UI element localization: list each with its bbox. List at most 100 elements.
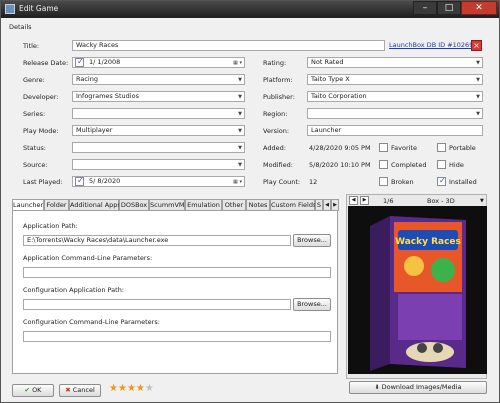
config-path-field[interactable] <box>23 299 291 310</box>
portable-label: Portable <box>449 144 476 152</box>
title-label: Title: <box>23 42 40 50</box>
rating-label: Rating: <box>263 59 287 67</box>
chevron-down-icon[interactable]: ▼ <box>238 76 242 84</box>
modified-label: Modified: <box>263 161 293 169</box>
ok-button[interactable]: ✔ OK <box>12 384 54 397</box>
series-field[interactable]: ▼ <box>72 108 245 119</box>
star-rating[interactable]: ★★★★★ <box>109 383 154 394</box>
installed-checkbox[interactable] <box>437 176 446 186</box>
chevron-down-icon[interactable]: ▼ <box>238 161 242 169</box>
config-params-label: Configuration Command-Line Parameters: <box>23 318 160 326</box>
developer-field[interactable]: Infogrames Studios ▼ <box>72 91 245 102</box>
release-date-checkbox[interactable] <box>75 57 84 67</box>
image-type-dropdown-icon[interactable]: ▼ <box>480 198 484 204</box>
chevron-down-icon[interactable]: ▼ <box>238 144 242 152</box>
platform-label: Platform: <box>263 76 293 84</box>
cancel-button[interactable]: ✖ Cancel <box>59 384 101 397</box>
developer-label: Developer: <box>23 93 59 101</box>
last-played-value: 5/ 8/2020 <box>89 177 121 185</box>
series-label: Series: <box>23 110 46 118</box>
chevron-down-icon[interactable]: ▼ <box>238 110 242 118</box>
launchbox-db-link[interactable]: LaunchBox DB ID #102695 <box>389 41 477 49</box>
star-empty-icon[interactable]: ★ <box>145 383 154 394</box>
chevron-down-icon[interactable]: ▼ <box>238 127 242 135</box>
chevron-down-icon[interactable]: ▼ <box>476 93 480 101</box>
last-played-checkbox[interactable] <box>75 176 84 186</box>
play-count-value: 12 <box>309 178 318 186</box>
edit-game-window: Edit Game – □ ✕ Details Title: Wacky Rac… <box>0 0 500 403</box>
details-heading: Details <box>9 23 32 31</box>
config-path-label: Configuration Application Path: <box>23 286 125 294</box>
window-title: Edit Game <box>19 4 59 13</box>
check-icon: ✔ <box>24 386 30 394</box>
genre-field[interactable]: Racing ▼ <box>72 74 245 85</box>
app-path-label: Application Path: <box>23 222 78 230</box>
config-path-browse-button[interactable]: Browse... <box>293 298 331 311</box>
next-image-icon[interactable]: ▶ <box>360 196 369 205</box>
download-media-button[interactable]: ⬇ Download Images/Media <box>349 381 487 394</box>
broken-checkbox[interactable] <box>379 177 388 186</box>
added-value: 4/28/2020 9:05 PM <box>309 144 371 152</box>
chevron-down-icon[interactable]: ▼ <box>238 93 242 101</box>
version-field[interactable]: Launcher <box>307 125 483 136</box>
app-params-label: Application Command-Line Parameters: <box>23 254 153 262</box>
publisher-value: Taito Corporation <box>311 92 367 100</box>
app-path-field[interactable]: E:\Torrents\Wacky Races\data\Launcher.ex… <box>23 235 291 246</box>
maximize-button[interactable]: □ <box>437 1 461 15</box>
close-button[interactable]: ✕ <box>461 1 497 15</box>
star-icon[interactable]: ★ <box>109 383 118 394</box>
play-mode-field[interactable]: Multiplayer ▼ <box>72 125 245 136</box>
source-label: Source: <box>23 161 48 169</box>
calendar-dropdown-icon[interactable]: ▦ ▾ <box>233 59 242 67</box>
installed-label: Installed <box>449 178 477 186</box>
config-params-field[interactable] <box>23 331 331 342</box>
app-icon <box>5 4 15 14</box>
download-icon: ⬇ <box>374 384 380 391</box>
image-type: Box - 3D <box>427 197 455 205</box>
app-path-browse-button[interactable]: Browse... <box>293 234 331 247</box>
rating-field[interactable]: Not Rated ▼ <box>307 57 483 68</box>
completed-label: Completed <box>391 161 427 169</box>
chevron-down-icon[interactable]: ▼ <box>476 59 480 67</box>
rating-value: Not Rated <box>311 58 344 66</box>
added-label: Added: <box>263 144 286 152</box>
image-counter: 1/6 <box>383 197 394 205</box>
chevron-down-icon[interactable]: ▼ <box>476 76 480 84</box>
release-date-value: 1/ 1/2008 <box>89 58 121 66</box>
completed-checkbox[interactable] <box>379 160 388 169</box>
play-mode-value: Multiplayer <box>76 126 113 134</box>
title-bar[interactable]: Edit Game – □ ✕ <box>1 1 499 18</box>
favorite-label: Favorite <box>391 144 417 152</box>
play-count-label: Play Count: <box>263 178 301 186</box>
hide-label: Hide <box>449 161 464 169</box>
portable-checkbox[interactable] <box>437 143 446 152</box>
source-field[interactable]: ▼ <box>72 159 245 170</box>
favorite-checkbox[interactable] <box>379 143 388 152</box>
publisher-field[interactable]: Taito Corporation ▼ <box>307 91 483 102</box>
hide-checkbox[interactable] <box>437 160 446 169</box>
prev-image-icon[interactable]: ◀ <box>349 196 358 205</box>
box-art-image[interactable]: Wacky Races <box>348 206 487 374</box>
star-icon[interactable]: ★ <box>136 383 145 394</box>
developer-value: Infogrames Studios <box>76 92 139 100</box>
region-field[interactable]: ▼ <box>307 108 483 119</box>
status-label: Status: <box>23 144 46 152</box>
unlink-x-icon[interactable]: × <box>471 40 482 51</box>
release-date-picker[interactable]: 1/ 1/2008 ▦ ▾ <box>72 57 245 68</box>
modified-value: 5/8/2020 10:10 PM <box>309 161 371 169</box>
box-art-title: Wacky Races <box>395 237 461 247</box>
chevron-down-icon[interactable]: ▼ <box>476 110 480 118</box>
star-icon[interactable]: ★ <box>118 383 127 394</box>
last-played-picker[interactable]: 5/ 8/2020 ▦ ▾ <box>72 176 245 187</box>
platform-field[interactable]: Taito Type X ▼ <box>307 74 483 85</box>
status-field[interactable]: ▼ <box>72 142 245 153</box>
region-label: Region: <box>263 110 288 118</box>
app-params-field[interactable] <box>23 267 331 278</box>
title-field[interactable]: Wacky Races <box>72 40 385 51</box>
last-played-label: Last Played: <box>23 178 63 186</box>
star-icon[interactable]: ★ <box>127 383 136 394</box>
calendar-dropdown-icon[interactable]: ▦ ▾ <box>233 178 242 186</box>
cancel-x-icon: ✖ <box>65 386 71 394</box>
broken-label: Broken <box>391 178 414 186</box>
minimize-button[interactable]: – <box>413 1 437 15</box>
